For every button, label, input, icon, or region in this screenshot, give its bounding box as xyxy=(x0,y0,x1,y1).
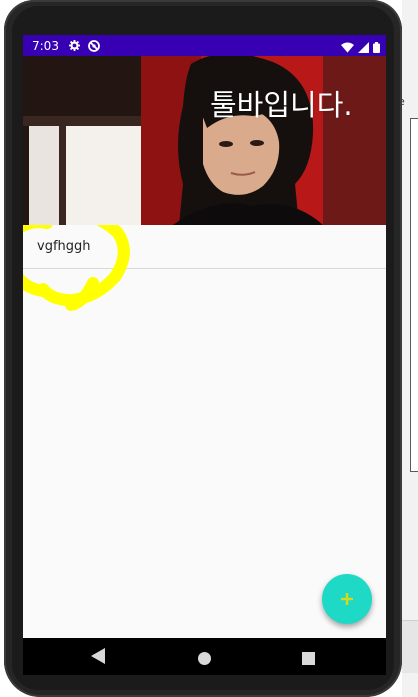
toolbar-header-image: 툴바입니다. xyxy=(23,56,386,225)
settings-gear-icon xyxy=(68,40,80,51)
list-item-label: vgfhggh xyxy=(37,239,91,254)
status-bar: 7:03 xyxy=(23,35,386,56)
home-circle-icon[interactable] xyxy=(198,650,211,669)
list-item[interactable]: vgfhggh xyxy=(23,225,386,269)
device-screen: 7:03 툴바입니다. vgfhggh xyxy=(23,35,386,675)
background-bottom-bar xyxy=(402,620,418,673)
battery-icon xyxy=(373,38,380,57)
back-triangle-icon[interactable] xyxy=(91,648,105,668)
wifi-icon xyxy=(341,38,354,57)
navigation-bar xyxy=(23,638,386,675)
background-window-box xyxy=(410,118,418,472)
plus-icon xyxy=(341,593,353,605)
status-time: 7:03 xyxy=(32,38,59,53)
toolbar-title: 툴바입니다. xyxy=(210,88,353,122)
cell-signal-icon xyxy=(358,38,369,57)
do-not-disturb-icon xyxy=(88,39,100,52)
add-fab-button[interactable] xyxy=(322,574,372,624)
recents-square-icon[interactable] xyxy=(302,650,315,669)
